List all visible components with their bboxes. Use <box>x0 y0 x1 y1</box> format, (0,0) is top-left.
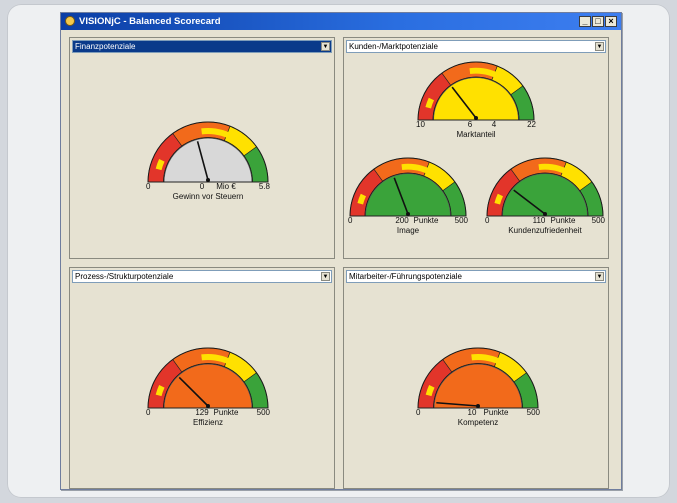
gauge-max-label: 22 <box>527 120 536 129</box>
gauge-min-label: 0 <box>348 216 353 225</box>
category-select-finanzpotenziale[interactable]: Finanzpotenziale ▼ <box>72 40 332 53</box>
gauge-dial <box>417 347 539 409</box>
close-button[interactable]: × <box>605 16 617 27</box>
gauge-value-label: 110 <box>532 216 546 225</box>
gauge-dial <box>147 347 269 409</box>
gauge-max-label: 500 <box>454 216 468 225</box>
category-select-label: Finanzpotenziale <box>75 42 136 51</box>
gauge-name-label: Marktanteil <box>456 130 496 139</box>
gauge-name-label: Image <box>396 226 420 235</box>
chevron-down-icon[interactable]: ▼ <box>321 42 330 51</box>
gauge-gewinn-vor-steuern: 0 5.8 0 Mio € Gewinn vor Steuern <box>146 120 270 204</box>
gauge-min-label: 0 <box>485 216 490 225</box>
title-bar[interactable]: VISIONjC - Balanced Scorecard _ □ × <box>61 13 621 30</box>
chevron-down-icon[interactable]: ▼ <box>595 272 604 281</box>
gauge-min-label: 10 <box>416 120 425 129</box>
gauge-kompetenz: 0 500 10 Punkte Kompetenz <box>416 346 540 430</box>
gauge-name-label: Effizienz <box>192 418 224 427</box>
gauge-unit-label: 4 <box>491 120 497 129</box>
app-window: VISIONjC - Balanced Scorecard _ □ × Fina… <box>60 12 622 490</box>
gauge-min-label: 0 <box>146 408 151 417</box>
category-select-mitarbeiter-fuehrungspotenziale[interactable]: Mitarbeiter-/Führungspotenziale ▼ <box>346 270 606 283</box>
gauge-value-label: 200 <box>395 216 409 225</box>
panel-mitarbeiter-fuehrungspotenziale: Mitarbeiter-/Führungspotenziale ▼ 0 500 … <box>343 267 609 489</box>
gauge-dial <box>349 157 467 217</box>
gauge-unit-label: Punkte <box>483 408 509 417</box>
app-logo-icon <box>65 16 75 26</box>
chevron-down-icon[interactable]: ▼ <box>595 42 604 51</box>
gauge-name-label: Kundenzufriedenheit <box>508 226 582 235</box>
panel-finanzpotenziale: Finanzpotenziale ▼ 0 5.8 0 Mio € Gewinn … <box>69 37 335 259</box>
panel-prozess-strukturpotenziale: Prozess-/Strukturpotenziale ▼ 0 500 129 … <box>69 267 335 489</box>
chevron-down-icon[interactable]: ▼ <box>321 272 330 281</box>
minimize-button[interactable]: _ <box>579 16 591 27</box>
category-select-label: Kunden-/Marktpotenziale <box>349 42 438 51</box>
gauge-marktanteil: 10 22 6 4 Marktanteil <box>416 60 536 142</box>
panel-kunden-marktpotenziale: Kunden-/Marktpotenziale ▼ 10 22 6 4 Mark… <box>343 37 609 259</box>
gauge-needle-hub <box>476 404 480 408</box>
gauge-dial <box>147 121 269 183</box>
gauge-image: 0 500 200 Punkte Image <box>348 156 468 238</box>
gauge-unit-label: Punkte <box>413 216 439 225</box>
category-select-prozess-strukturpotenziale[interactable]: Prozess-/Strukturpotenziale ▼ <box>72 270 332 283</box>
category-select-label: Mitarbeiter-/Führungspotenziale <box>349 272 462 281</box>
gauge-value-label: 0 <box>199 182 205 191</box>
category-select-label: Prozess-/Strukturpotenziale <box>75 272 174 281</box>
gauge-max-label: 500 <box>591 216 605 225</box>
gauge-unit-label: Mio € <box>216 182 236 191</box>
gauge-min-label: 0 <box>146 182 151 191</box>
gauge-dial <box>417 61 535 121</box>
gauge-max-label: 500 <box>256 408 270 417</box>
window-title: VISIONjC - Balanced Scorecard <box>79 16 221 27</box>
gauge-value-label: 6 <box>467 120 473 129</box>
maximize-button[interactable]: □ <box>592 16 604 27</box>
gauge-name-label: Kompetenz <box>457 418 499 427</box>
gauge-name-label: Gewinn vor Steuern <box>172 192 244 201</box>
gauge-needle-hub <box>206 178 210 182</box>
gauge-dial <box>486 157 604 217</box>
gauge-value-label: 10 <box>467 408 477 417</box>
gauge-value-label: 129 <box>195 408 209 417</box>
gauge-max-label: 500 <box>526 408 540 417</box>
gauge-unit-label: Punkte <box>213 408 239 417</box>
gauge-max-label: 5.8 <box>258 182 270 191</box>
gauge-min-label: 0 <box>416 408 421 417</box>
gauge-unit-label: Punkte <box>550 216 576 225</box>
gauge-needle-hub <box>474 116 478 120</box>
category-select-kunden-marktpotenziale[interactable]: Kunden-/Marktpotenziale ▼ <box>346 40 606 53</box>
gauge-kundenzufriedenheit: 0 500 110 Punkte Kundenzufriedenheit <box>485 156 605 238</box>
gauge-effizienz: 0 500 129 Punkte Effizienz <box>146 346 270 430</box>
